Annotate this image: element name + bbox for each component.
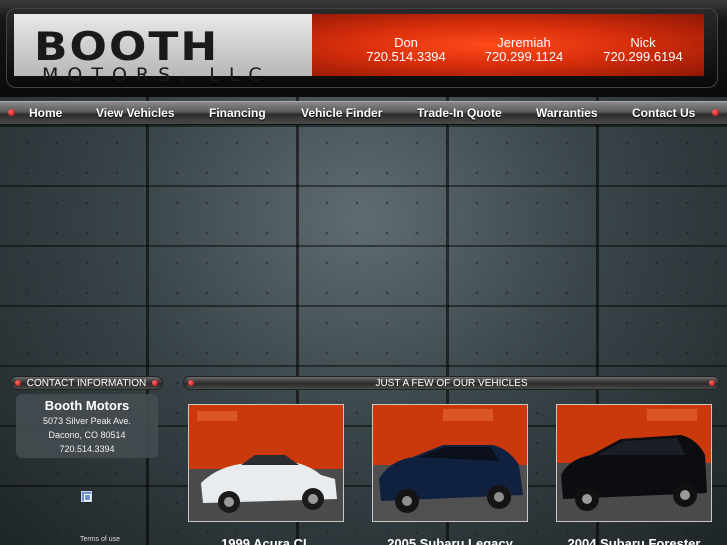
vehicle-thumbnail-legacy[interactable] — [372, 404, 528, 522]
contact-name: Jeremiah — [497, 35, 551, 50]
nav-home[interactable]: Home — [29, 106, 62, 120]
address-line-1: 5073 Silver Peak Ave. — [43, 416, 131, 426]
nav-financing[interactable]: Financing — [209, 106, 266, 120]
nav-trade-in-quote[interactable]: Trade-In Quote — [417, 106, 502, 120]
vehicle-title[interactable]: 2004 Subaru Forester — [556, 536, 712, 545]
contact-phone: 720.514.3394 — [366, 49, 446, 64]
badge-icon[interactable] — [81, 491, 92, 502]
terms-of-use-link[interactable]: Terms of use — [80, 536, 120, 543]
contact-info-title: CONTACT INFORMATION — [26, 378, 147, 389]
contact-name: Don — [394, 35, 418, 50]
contact-name: Nick — [630, 35, 656, 50]
contact-phone: 720.299.1124 — [484, 49, 564, 64]
logo[interactable]: BOOTH MOTORS, LLC — [14, 14, 314, 86]
address-line-2: Dacono, CO 80514 — [48, 430, 126, 440]
vehicles-title: JUST A FEW OF OUR VEHICLES — [375, 378, 528, 389]
logo-title: BOOTH — [34, 24, 220, 70]
bullet-icon — [709, 380, 715, 386]
business-phone: 720.514.3394 — [59, 444, 115, 454]
nav-view-vehicles[interactable]: View Vehicles — [96, 106, 175, 120]
contact-jeremiah: Jeremiah 720.299.1124 — [464, 36, 584, 64]
contact-don: Don 720.514.3394 — [346, 36, 466, 64]
car-image — [557, 405, 711, 521]
site-header: BOOTH MOTORS, LLC Don 720.514.3394 Jerem… — [0, 0, 727, 97]
contact-nick: Nick 720.299.6194 — [583, 36, 703, 64]
logo-subtitle: MOTORS, LLC — [42, 64, 271, 86]
car-image — [189, 405, 343, 521]
contact-info-header: CONTACT INFORMATION — [10, 376, 163, 390]
vehicle-thumbnail-acura[interactable] — [188, 404, 344, 522]
nav-vehicle-finder[interactable]: Vehicle Finder — [301, 106, 382, 120]
car-image — [373, 405, 527, 521]
vehicles-header: JUST A FEW OF OUR VEHICLES — [183, 376, 720, 390]
nav-contact-us[interactable]: Contact Us — [632, 106, 695, 120]
contact-phone: 720.299.6194 — [603, 49, 683, 64]
vehicle-title[interactable]: 1999 Acura CL — [188, 536, 344, 545]
bullet-icon — [152, 380, 158, 386]
business-name: Booth Motors — [44, 398, 130, 413]
main-nav: Home View Vehicles Financing Vehicle Fin… — [0, 101, 727, 125]
nav-bullet-icon — [712, 109, 719, 116]
vehicle-thumbnail-forester[interactable] — [556, 404, 712, 522]
nav-bullet-icon — [8, 109, 15, 116]
nav-warranties[interactable]: Warranties — [536, 106, 598, 120]
vehicle-title[interactable]: 2005 Subaru Legacy — [372, 536, 528, 545]
contact-card: Booth Motors 5073 Silver Peak Ave. Dacon… — [16, 394, 158, 458]
